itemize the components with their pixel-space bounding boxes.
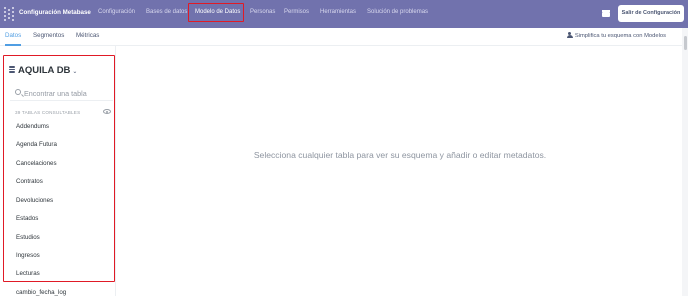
table-item[interactable]: Estudios bbox=[16, 234, 40, 241]
nav-item-personas[interactable]: Personas bbox=[250, 9, 275, 15]
table-item[interactable]: Ingresos bbox=[16, 252, 40, 259]
queryable-tables-count: 39 TABLAS CONSULTABLES bbox=[15, 110, 81, 115]
table-item[interactable]: cambio_fecha_log bbox=[16, 289, 66, 296]
page-scrollbar[interactable] bbox=[682, 28, 688, 296]
database-picker[interactable]: AQUILA DB ⌄ bbox=[9, 60, 78, 76]
table-item[interactable]: Agenda Futura bbox=[16, 141, 57, 148]
metabase-logo-icon[interactable] bbox=[4, 7, 16, 21]
data-model-tabs: Datos Segmentos Métricas Simplifica tu e… bbox=[0, 28, 688, 46]
chevron-down-icon: ⌄ bbox=[72, 69, 78, 75]
highlight-box-nav bbox=[188, 3, 244, 22]
simplify-models-label: Simplifica tu esquema con Modelos bbox=[574, 33, 666, 39]
tab-segmentos[interactable]: Segmentos bbox=[33, 32, 64, 39]
empty-state-message: Selecciona cualquier tabla para ver su e… bbox=[253, 150, 547, 160]
search-icon bbox=[15, 89, 21, 95]
table-item[interactable]: Lecturas bbox=[16, 270, 40, 277]
exit-admin-button[interactable]: Salir de Configuración bbox=[618, 5, 684, 22]
database-name: AQUILA DB bbox=[18, 65, 71, 76]
nav-item-herramientas[interactable]: Herramientas bbox=[320, 9, 356, 15]
simplify-models-link[interactable]: Simplifica tu esquema con Modelos bbox=[566, 32, 666, 39]
tab-datos[interactable]: Datos bbox=[5, 32, 21, 39]
table-item[interactable]: Cancelaciones bbox=[16, 160, 57, 167]
table-search bbox=[10, 84, 113, 101]
tab-metricas[interactable]: Métricas bbox=[76, 32, 99, 39]
table-item[interactable]: Estados bbox=[16, 215, 38, 222]
nav-item-configuracion[interactable]: Configuración bbox=[98, 9, 135, 15]
nav-item-bases-de-datos[interactable]: Bases de datos bbox=[146, 9, 187, 15]
page-scrollbar-thumb[interactable] bbox=[684, 36, 687, 50]
admin-brand-title: Configuración Metabase bbox=[19, 9, 91, 16]
top-navigation-bar: Configuración Metabase Configuración Bas… bbox=[0, 0, 688, 28]
table-search-input[interactable] bbox=[24, 87, 110, 99]
nav-item-permisos[interactable]: Permisos bbox=[284, 9, 309, 15]
database-icon bbox=[9, 66, 15, 73]
nav-item-solucion-de-problemas[interactable]: Solución de problemas bbox=[367, 9, 428, 15]
table-item[interactable]: Addendums bbox=[16, 123, 49, 130]
gift-icon[interactable] bbox=[602, 9, 610, 17]
person-icon bbox=[566, 32, 573, 38]
table-item[interactable]: Devoluciones bbox=[16, 197, 53, 204]
eye-icon[interactable] bbox=[103, 109, 111, 114]
table-item[interactable]: Contratos bbox=[16, 178, 43, 185]
